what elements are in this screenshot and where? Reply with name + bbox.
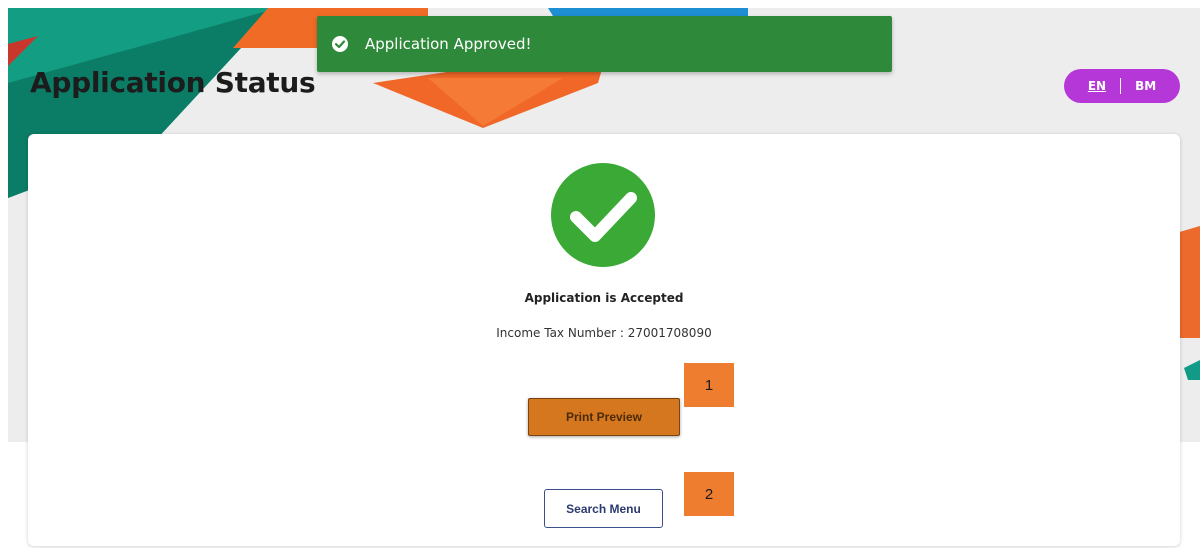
application-status-page: Application Status EN BM Application is … (0, 0, 1200, 548)
language-toggle: EN BM (1064, 69, 1180, 103)
language-separator (1120, 78, 1122, 94)
income-tax-number: Income Tax Number : 27001708090 (496, 326, 712, 340)
approval-toast: Application Approved! (317, 16, 892, 72)
print-preview-button[interactable]: Print Preview (528, 398, 680, 436)
annotation-marker-2: 2 (684, 472, 734, 516)
status-message: Application is Accepted (524, 291, 684, 305)
language-option-en[interactable]: EN (1088, 79, 1106, 93)
page-title: Application Status (30, 66, 316, 99)
check-circle-icon (332, 36, 348, 52)
check-circle-icon (551, 163, 655, 267)
annotation-marker-1: 1 (684, 363, 734, 407)
toast-message: Application Approved! (365, 35, 532, 53)
search-menu-button[interactable]: Search Menu (544, 489, 663, 528)
language-option-bm[interactable]: BM (1135, 79, 1156, 93)
